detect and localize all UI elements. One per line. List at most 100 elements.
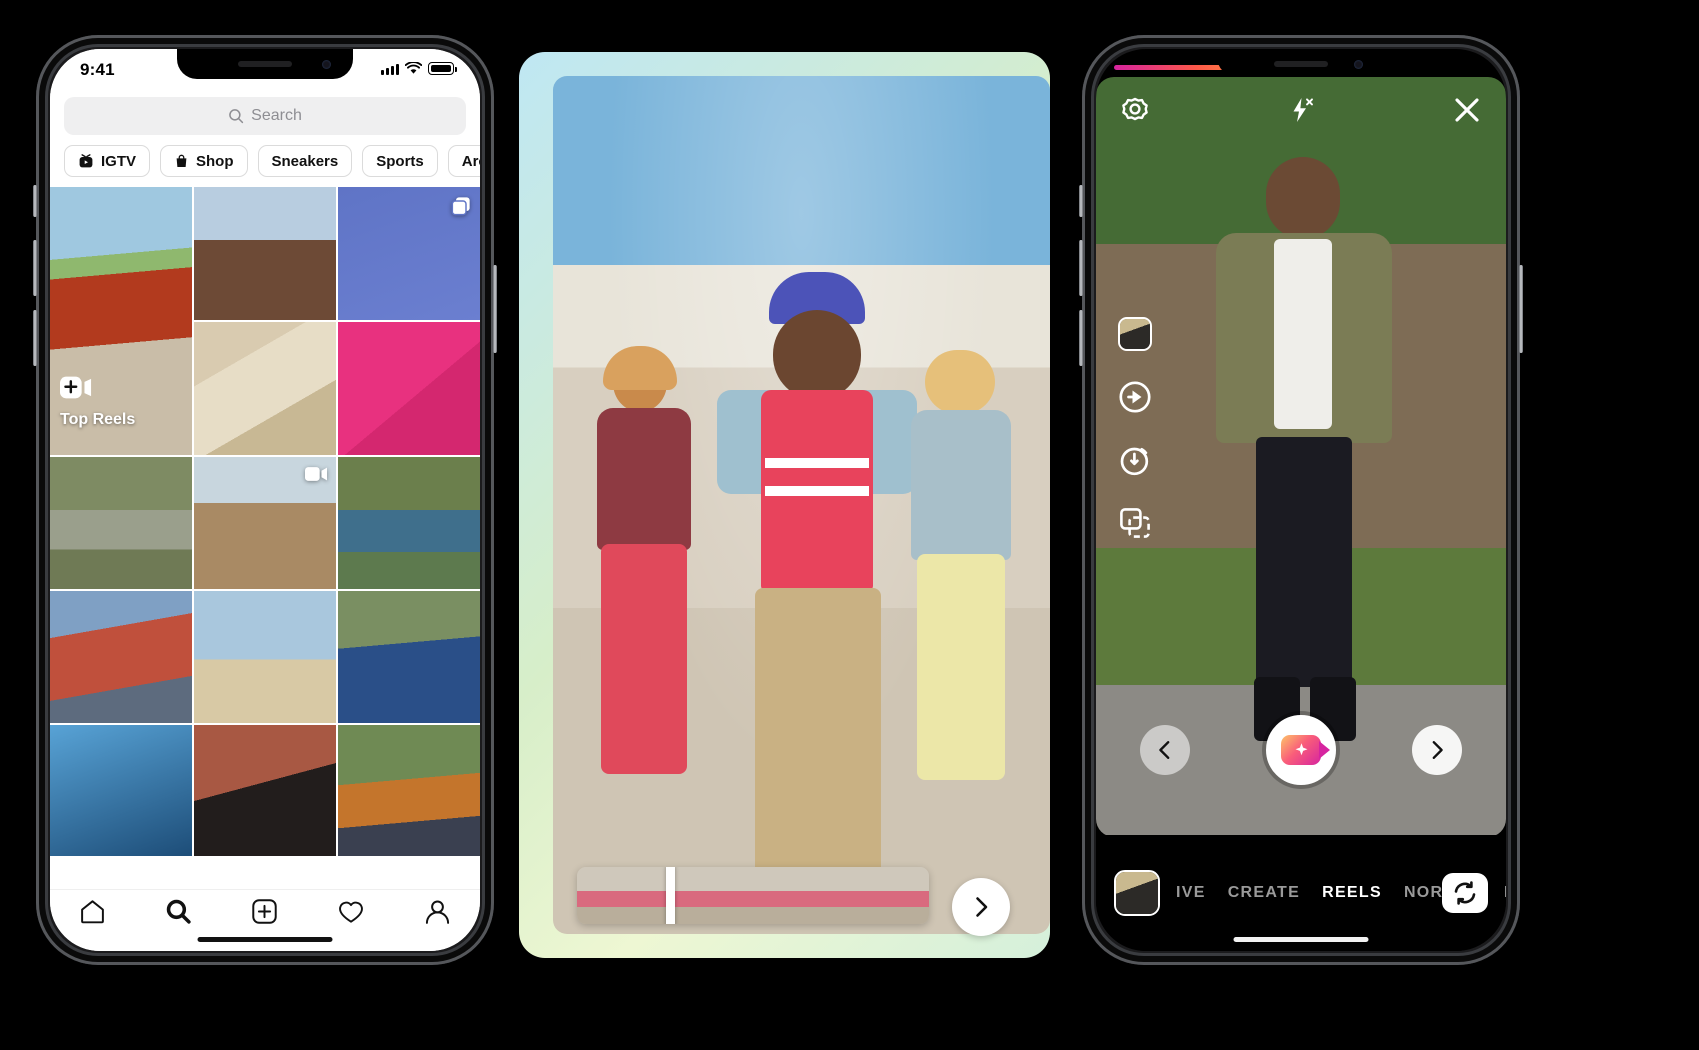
grid-cell-pink-sunglasses[interactable] [338,322,480,455]
dancer-right [895,350,1035,784]
grid-cell-roadside[interactable] [50,457,192,589]
next-effect-button[interactable] [1412,725,1462,775]
tab-home[interactable] [79,898,106,930]
camera-settings-button[interactable] [1120,95,1150,130]
chevron-right-icon [976,897,988,917]
timer-button[interactable] [1118,443,1152,477]
camera-viewfinder[interactable] [1096,77,1506,837]
earpiece-speaker [238,61,292,67]
grid-cell-blue-shadows[interactable] [50,725,192,856]
explore-grid-mid [50,457,480,723]
timeline-frame[interactable] [577,867,628,924]
timeline-frame[interactable] [677,867,728,924]
post-thumbnail [338,591,480,723]
post-thumbnail [338,322,480,455]
grid-cell-house-soccer[interactable]: Top Reels [50,187,192,455]
cellular-bars-icon [381,63,399,75]
chip-shop[interactable]: Shop [160,145,248,177]
timeline-frame[interactable] [778,867,829,924]
tab-profile[interactable] [424,898,451,930]
gallery-thumbnail[interactable] [1114,870,1160,916]
speed-button[interactable] [1118,380,1152,414]
align-button[interactable] [1118,506,1152,540]
tab-activity[interactable] [337,898,365,930]
explore-grid-top: Top Reels [50,187,480,455]
volume-up-button[interactable] [33,240,37,296]
mute-switch[interactable] [1079,185,1083,217]
chip-label: Architecture [461,152,480,170]
volume-up-button[interactable] [1079,240,1083,296]
post-thumbnail [50,457,192,589]
timeline-playhead[interactable] [666,867,675,924]
shopping-bag-icon [176,154,187,167]
grid-cell-river-hug[interactable] [338,457,480,589]
grid-cell-food[interactable] [194,322,336,455]
timeline-frame[interactable] [828,867,879,924]
chevron-right-icon [1432,741,1443,759]
home-indicator[interactable] [197,937,333,942]
video-icon [305,466,327,487]
notch [1217,49,1385,77]
chip-igtv[interactable]: IGTV [64,145,151,177]
grid-cell-friends-red[interactable] [50,591,192,723]
effects-button[interactable] [1118,317,1152,351]
phone-reels-editor [519,52,1050,958]
power-button[interactable] [493,265,497,353]
search-placeholder: Search [251,107,302,124]
next-button[interactable] [952,878,1010,936]
grid-cell-girl-blue[interactable] [338,591,480,723]
grid-cell-two-women[interactable] [338,725,480,856]
tab-create[interactable] [251,898,278,930]
status-icons [381,62,457,75]
frame-thumb [878,867,929,924]
align-layers-icon [1120,508,1150,538]
mute-switch[interactable] [33,185,37,217]
dancer-left [579,346,719,784]
chip-architecture[interactable]: Architecture [447,145,480,177]
flip-camera-button[interactable] [1442,873,1488,913]
close-x-icon [1455,97,1479,122]
close-camera-button[interactable] [1452,95,1482,130]
phone-reels-camera: IVE CREATE REELS NORMAL BO [1079,35,1523,965]
post-thumbnail [338,457,480,589]
post-thumbnail [194,187,336,320]
mode-create[interactable]: CREATE [1228,884,1300,902]
clip-timeline[interactable] [577,867,929,924]
timeline-frame[interactable] [878,867,929,924]
timeline-frame[interactable] [727,867,779,924]
mode-reels[interactable]: REELS [1322,884,1382,902]
volume-down-button[interactable] [33,310,37,366]
grid-cell-man-portrait[interactable] [194,187,336,320]
frame-thumb [577,867,628,924]
grid-cell-basketball[interactable] [338,187,480,320]
post-thumbnail [338,725,480,856]
home-indicator[interactable] [1233,937,1369,942]
grid-cell-house-roof[interactable] [194,591,336,723]
flash-toggle-button[interactable] [1286,95,1316,130]
post-thumbnail [194,322,336,455]
chip-sneakers[interactable]: Sneakers [257,145,353,177]
volume-down-button[interactable] [1079,310,1083,366]
mode-live[interactable]: IVE [1176,884,1206,902]
chip-sports[interactable]: Sports [362,145,438,177]
tab-search[interactable] [165,898,192,930]
notch [177,49,353,79]
camera-subject [1204,157,1404,757]
heart-icon [338,901,363,923]
battery-full-icon [428,62,457,75]
search-input[interactable]: Search [64,97,466,135]
grid-cell-hijab-portrait[interactable] [194,725,336,856]
mode-boomerang[interactable]: BO [1504,884,1506,902]
search-icon [229,109,244,124]
phone3-screen: IVE CREATE REELS NORMAL BO [1096,49,1506,951]
status-time: 9:41 [80,60,115,79]
explore-grid-bottom [50,725,480,856]
flip-camera-icon [1454,881,1476,905]
chip-label: Sneakers [271,152,339,170]
power-button[interactable] [1519,265,1523,353]
record-button[interactable] [1266,715,1336,785]
grid-cell-selfie[interactable] [194,457,336,589]
wifi-icon [405,62,422,74]
previous-effect-button[interactable] [1140,725,1190,775]
reels-preview-video[interactable] [553,76,1050,934]
